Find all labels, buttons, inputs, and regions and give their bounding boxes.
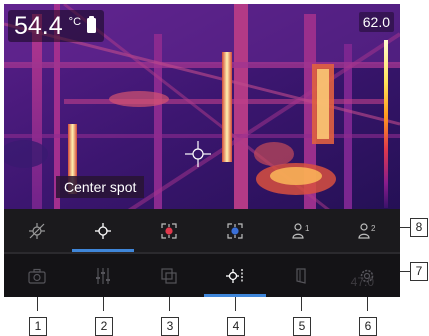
user-preset-1-icon: 1 (292, 222, 310, 239)
callout-line-2 (103, 297, 104, 311)
center-spot-crosshair-icon (185, 141, 211, 167)
callout-5: 5 (293, 317, 311, 336)
temperature-readout: 54.4 °C (8, 10, 105, 42)
menu-adjust[interactable] (70, 254, 136, 297)
callout-line-3 (169, 297, 170, 311)
faded-temperature-value: 47.0 (350, 275, 374, 289)
temperature-unit: °C (68, 16, 82, 28)
main-menu-toolbar (4, 254, 400, 297)
callout-line-4 (235, 297, 236, 311)
temperature-value: 54.4 (14, 12, 63, 40)
tool-user-preset-1[interactable]: 1 (268, 209, 334, 252)
svg-text:2: 2 (371, 224, 376, 233)
camera-screen: 54.4 °C 62.0 Center spot 1 2 47.0 (4, 4, 400, 297)
camera-icon (28, 268, 46, 284)
callout-line-6 (367, 297, 368, 311)
scale-max-value: 62.0 (358, 12, 394, 32)
adjust-sliders-icon (96, 267, 110, 284)
menu-image-mode[interactable] (136, 254, 202, 297)
menu-color-palette[interactable] (268, 254, 334, 297)
callout-8: 8 (410, 218, 428, 237)
center-spot-icon (95, 222, 111, 239)
tool-cold-spot[interactable] (202, 209, 268, 252)
callout-2: 2 (95, 317, 113, 336)
callout-line-1 (37, 297, 38, 311)
temperature-scale-bar (384, 40, 388, 208)
menu-camera[interactable] (4, 254, 70, 297)
callout-line-8 (400, 227, 410, 228)
callout-6: 6 (359, 317, 377, 336)
image-mode-icon (161, 267, 177, 284)
callout-3: 3 (161, 317, 179, 336)
tool-user-preset-2[interactable]: 2 (334, 209, 400, 252)
no-measurement-icon (29, 222, 45, 239)
measurement-icon (226, 268, 243, 283)
tool-hot-spot[interactable] (136, 209, 202, 252)
callout-7: 7 (410, 262, 428, 281)
battery-icon (87, 16, 97, 33)
menu-measurement[interactable] (202, 254, 268, 297)
user-preset-2-icon: 2 (358, 222, 376, 239)
color-palette-icon (296, 267, 306, 284)
callout-line-5 (301, 297, 302, 311)
callout-line-7 (400, 271, 410, 272)
cold-spot-icon (227, 222, 243, 239)
tool-center-spot[interactable] (70, 209, 136, 252)
callout-1: 1 (29, 317, 47, 336)
hot-spot-icon (161, 222, 177, 239)
svg-text:1: 1 (305, 224, 310, 233)
center-spot-tooltip: Center spot (56, 176, 145, 198)
tool-no-measurement[interactable] (4, 209, 70, 252)
measurement-toolbar: 1 2 (4, 209, 400, 252)
callout-4: 4 (227, 317, 245, 336)
